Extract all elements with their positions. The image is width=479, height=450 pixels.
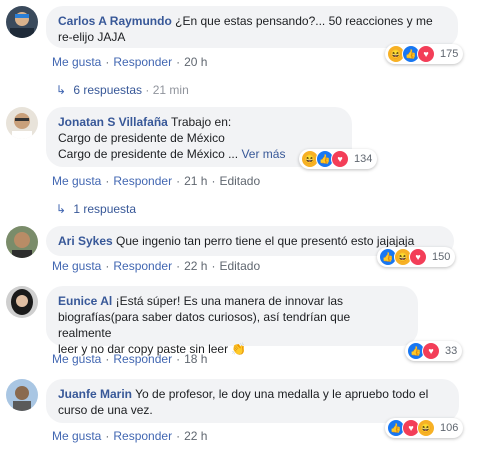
like-link[interactable]: Me gusta <box>52 174 101 188</box>
comment-author[interactable]: Jonatan S Villafaña <box>58 115 168 129</box>
see-more-link[interactable]: Ver más <box>241 147 285 161</box>
avatar[interactable] <box>6 379 38 411</box>
reply-arrow-icon: ↳ <box>56 83 67 97</box>
replies-count[interactable]: 6 respuestas <box>73 83 142 97</box>
replies-count[interactable]: 1 respuesta <box>73 202 136 216</box>
comment-time[interactable]: 21 h <box>184 174 207 188</box>
reaction-summary[interactable]: 😆 👍 ♥ 134 <box>299 149 378 169</box>
like-link[interactable]: Me gusta <box>52 55 101 69</box>
reply-link[interactable]: Responder <box>113 174 172 188</box>
avatar[interactable] <box>6 107 38 139</box>
reaction-summary[interactable]: 😆 👍 ♥ 175 <box>385 44 464 64</box>
love-icon: ♥ <box>331 150 349 168</box>
comment-actions: Me gusta · Responder · 18 h <box>52 352 208 366</box>
avatar[interactable] <box>6 286 38 318</box>
reaction-summary[interactable]: 👍 ♥ 😆 106 <box>385 418 464 438</box>
comment-author[interactable]: Ari Sykes <box>58 234 113 248</box>
replies-time: 21 min <box>152 83 189 97</box>
reply-link[interactable]: Responder <box>113 352 172 366</box>
reaction-count: 175 <box>440 48 459 60</box>
comment-author[interactable]: Juanfe Marin <box>58 387 132 401</box>
reaction-count: 134 <box>354 153 373 165</box>
like-link[interactable]: Me gusta <box>52 259 101 273</box>
reply-link[interactable]: Responder <box>113 55 172 69</box>
reaction-count: 150 <box>432 251 451 263</box>
reaction-summary[interactable]: 👍 😆 ♥ 150 <box>377 247 456 267</box>
comment-bubble: Eunice Al ¡Está súper! Es una manera de … <box>46 286 418 356</box>
like-link[interactable]: Me gusta <box>52 429 101 443</box>
reaction-count: 106 <box>440 422 459 434</box>
love-icon: ♥ <box>409 248 427 266</box>
comment-text: Que ingenio tan perro tiene el que prese… <box>116 234 415 248</box>
comment-text-line: Cargo de presidente de México <box>58 131 225 145</box>
replies-link[interactable]: ↳ 6 respuestas · 21 min <box>56 83 189 97</box>
comment-bubble: Juanfe Marin Yo de profesor, le doy una … <box>46 379 459 423</box>
love-icon: ♥ <box>417 45 435 63</box>
replies-link[interactable]: ↳ 1 respuesta <box>56 202 136 216</box>
comment-text-line: Cargo de presidente de México ... <box>58 147 239 161</box>
comment-text-line: Trabajo en: <box>170 115 232 129</box>
avatar[interactable] <box>6 226 38 258</box>
comment-time[interactable]: 22 h <box>184 259 207 273</box>
edited-label[interactable]: Editado <box>219 259 260 273</box>
comment-actions: Me gusta · Responder · 22 h · Editado <box>52 259 261 273</box>
comment-actions: Me gusta · Responder · 20 h <box>52 55 208 69</box>
reply-link[interactable]: Responder <box>113 259 172 273</box>
edited-label[interactable]: Editado <box>219 174 260 188</box>
reply-arrow-icon: ↳ <box>56 202 67 216</box>
comment-time[interactable]: 18 h <box>184 352 207 366</box>
comment-author[interactable]: Eunice Al <box>58 294 112 308</box>
comment-actions: Me gusta · Responder · 21 h · Editado <box>52 174 261 188</box>
reaction-count: 33 <box>445 345 458 357</box>
comment-time[interactable]: 20 h <box>184 55 207 69</box>
comment-actions: Me gusta · Responder · 22 h <box>52 429 208 443</box>
haha-icon: 😆 <box>417 419 435 437</box>
comment-text-line: biografías(para saber datos curiosos), a… <box>58 310 351 340</box>
comment-author[interactable]: Carlos A Raymundo <box>58 14 172 28</box>
reaction-summary[interactable]: 👍 ♥ 33 <box>405 341 463 361</box>
comment-time[interactable]: 22 h <box>184 429 207 443</box>
avatar[interactable] <box>6 6 38 38</box>
comment-text-line: ¡Está súper! Es una manera de innovar la… <box>115 294 344 308</box>
reply-link[interactable]: Responder <box>113 429 172 443</box>
comment-bubble: Carlos A Raymundo ¿En que estas pensando… <box>46 6 458 48</box>
love-icon: ♥ <box>422 342 440 360</box>
like-link[interactable]: Me gusta <box>52 352 101 366</box>
